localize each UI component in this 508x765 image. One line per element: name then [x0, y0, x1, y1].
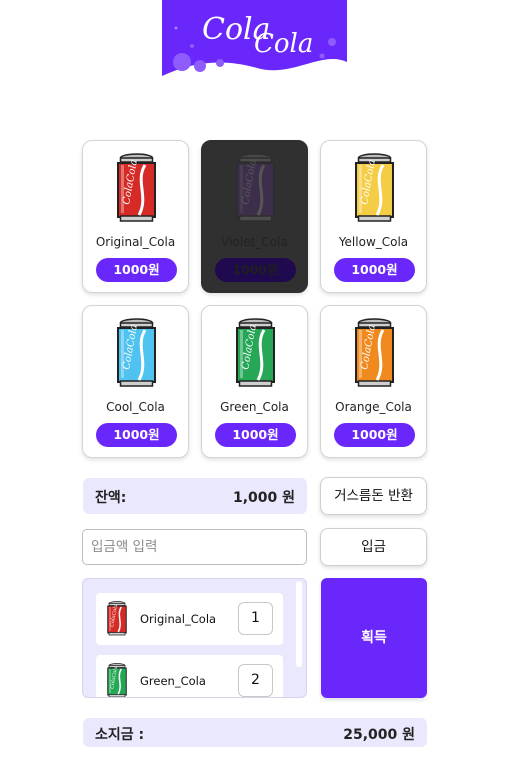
product-price-button[interactable]: 1000원 [215, 423, 296, 447]
cart-item-name: Green_Cola [140, 674, 206, 688]
balance-value: 1,000 원 [232, 490, 295, 506]
cola-can-icon: ColaCola [106, 601, 128, 637]
product-name: Original_Cola [95, 235, 176, 249]
product-name: Green_Cola [220, 400, 289, 414]
product-card[interactable]: ColaCola Original_Cola 1000원 [82, 140, 189, 293]
cart-item-quantity: 1 [238, 602, 273, 635]
product-card[interactable]: ColaCola Orange_Cola 1000원 [320, 305, 427, 458]
product-card[interactable]: ColaCola Yellow_Cola 1000원 [320, 140, 427, 293]
get-button[interactable]: 획득 [321, 578, 427, 698]
balance-panel: 잔액: 1,000 원 [83, 478, 307, 514]
cola-can-icon: ColaCola [234, 318, 277, 390]
cart-item[interactable]: ColaCola Original_Cola 1 [96, 593, 283, 645]
cart-scrollbar[interactable] [296, 581, 302, 667]
cart-item-quantity: 2 [238, 664, 273, 697]
cola-cola-logo: Cola Cola [162, 0, 347, 76]
return-change-button[interactable]: 거스름돈 반환 [320, 477, 427, 515]
cart-item-name: Original_Cola [140, 612, 217, 626]
product-card: ColaCola Violet_Cola 1000원 [201, 140, 308, 293]
product-price-button[interactable]: 1000원 [334, 258, 415, 282]
product-price-button[interactable]: 1000원 [96, 258, 177, 282]
cola-can-icon: ColaCola [234, 153, 277, 225]
cola-can-icon: ColaCola [115, 153, 158, 225]
cola-can-icon: ColaCola [115, 318, 158, 390]
cola-can-icon: ColaCola [353, 318, 396, 390]
product-price-button[interactable]: 1000원 [334, 423, 415, 447]
balance-label: 잔액: [95, 490, 127, 506]
product-price-button[interactable]: 1000원 [96, 423, 177, 447]
deposit-button[interactable]: 입금 [320, 528, 427, 566]
cart-item[interactable]: ColaCola Green_Cola 2 [96, 655, 283, 697]
wallet-value: 25,000 원 [343, 727, 415, 743]
product-card[interactable]: ColaCola Green_Cola 1000원 [201, 305, 308, 458]
product-name: Cool_Cola [106, 400, 165, 414]
cola-can-icon: ColaCola [353, 153, 396, 225]
product-price-button[interactable]: 1000원 [215, 258, 296, 282]
cola-can-icon: ColaCola [106, 663, 128, 697]
product-name: Orange_Cola [335, 400, 412, 414]
deposit-input[interactable] [82, 529, 307, 565]
cart-list: ColaCola Original_Cola 1 ColaCola Green_… [82, 578, 307, 698]
product-card[interactable]: ColaCola Cool_Cola 1000원 [82, 305, 189, 458]
product-name: Violet_Cola [221, 235, 288, 249]
wallet-panel: 소지금 : 25,000 원 [83, 718, 427, 747]
wallet-label: 소지금 : [95, 727, 145, 743]
logo-text-2: Cola [254, 29, 313, 59]
product-name: Yellow_Cola [338, 235, 409, 249]
